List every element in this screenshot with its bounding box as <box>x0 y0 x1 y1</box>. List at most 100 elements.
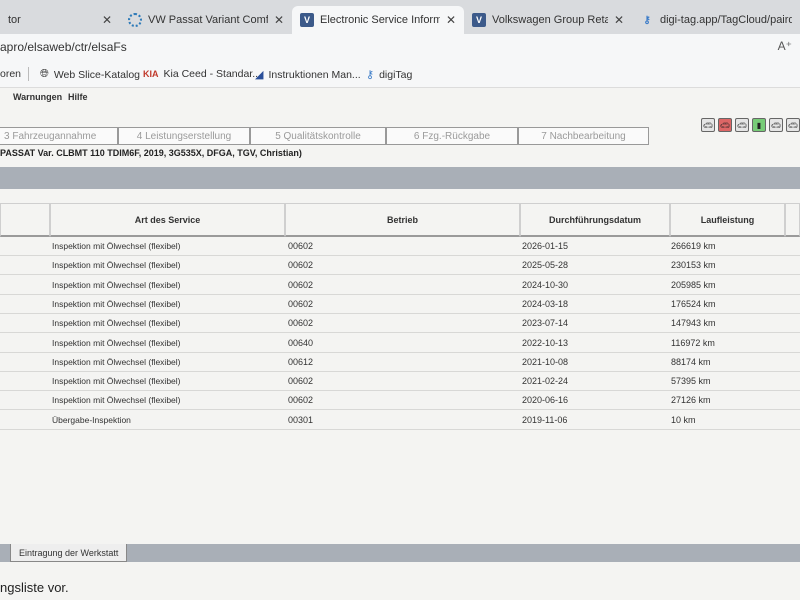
service-cell: Inspektion mit Ölwechsel (flexibel) <box>52 395 181 406</box>
book-icon[interactable]: ▮ <box>752 118 766 132</box>
betrieb-cell: 00301 <box>288 414 314 425</box>
table-row[interactable]: Inspektion mit Ölwechsel (flexibel) 00640… <box>0 334 800 353</box>
tab-eintragung-werkstatt[interactable]: Eintragung der Werkstatt <box>10 544 128 562</box>
reader-mode-icon[interactable]: A⁺ <box>778 39 792 53</box>
digitag-icon: ⚷ <box>643 14 651 26</box>
bookmark-label: Kia Ceed - Standar... <box>163 68 261 80</box>
table-row[interactable]: Inspektion mit Ölwechsel (flexibel) 00602… <box>0 391 800 411</box>
betrieb-cell: 00602 <box>288 318 314 329</box>
mileage-cell: 266619 km <box>671 241 716 251</box>
tab-title: VW Passat Variant Comfortline TD <box>148 14 268 26</box>
browser-tab-2[interactable]: VW Passat Variant Comfortline TD ✕ <box>120 6 292 34</box>
bookmark-label: oren <box>0 68 22 80</box>
bookmark-kia[interactable]: KIA Kia Ceed - Standar... <box>143 68 261 80</box>
tab-qualitaetskontrolle[interactable]: 5 Qualitätskontrolle <box>250 127 386 145</box>
section-header-bar <box>0 167 800 189</box>
close-icon[interactable]: ✕ <box>446 13 456 27</box>
date-cell: 2021-02-24 <box>522 376 569 387</box>
tab-fzg-rueckgabe[interactable]: 6 Fzg.-Rückgabe <box>386 127 518 145</box>
date-cell: 2020-06-16 <box>522 395 569 406</box>
service-cell: Inspektion mit Ölwechsel (flexibel) <box>52 356 181 367</box>
v-icon: V <box>300 13 314 27</box>
browser-tab-1[interactable]: tor ✕ <box>0 6 120 34</box>
car-warning-icon[interactable]: 🚗︎ <box>718 118 732 132</box>
table-row[interactable]: Inspektion mit Ölwechsel (flexibel) 00602… <box>0 314 800 334</box>
date-cell: 2022-10-13 <box>522 337 569 348</box>
bookmarks-bar: oren 🌐︎ Web Slice-Katalog KIA Kia Ceed -… <box>0 60 800 88</box>
tab-title: Volkswagen Group Retail Portal <box>492 14 608 26</box>
date-cell: 2026-01-15 <box>522 241 569 251</box>
date-cell: 2024-10-30 <box>522 279 569 290</box>
betrieb-cell: 00602 <box>288 376 314 387</box>
kia-icon: KIA <box>143 69 159 79</box>
car-info-icon[interactable]: 🚗︎ <box>786 118 800 132</box>
table-row[interactable]: Inspektion mit Ölwechsel (flexibel) 00602… <box>0 237 800 256</box>
bookmark-divider <box>28 67 29 81</box>
globe-icon: 🌐︎ <box>40 68 49 80</box>
car-service-icon[interactable]: 🚗︎ <box>735 118 749 132</box>
v-icon: V <box>472 13 486 27</box>
menu-warnungen[interactable]: Warnungen <box>13 92 62 102</box>
menu-hilfe[interactable]: Hilfe <box>68 92 88 102</box>
tab-title: tor <box>8 14 21 26</box>
digitag-icon: ⚷ <box>366 69 375 81</box>
mileage-cell: 230153 km <box>671 260 716 271</box>
column-header-more <box>785 203 800 237</box>
service-cell: Inspektion mit Ölwechsel (flexibel) <box>52 260 181 271</box>
betrieb-cell: 00602 <box>288 260 314 271</box>
mileage-cell: 205985 km <box>671 279 716 290</box>
close-icon[interactable]: ✕ <box>614 13 624 27</box>
toolbar-icons: 🚗︎ 🚗︎ 🚗︎ ▮ 🚗︎ 🚗︎ <box>701 118 800 132</box>
tab-title: digi-tag.app/TagCloud/pairdevice <box>660 14 792 26</box>
betrieb-cell: 00602 <box>288 298 314 309</box>
loading-icon <box>128 13 142 27</box>
column-header-laufleistung[interactable]: Laufleistung <box>670 203 785 237</box>
manual-icon: ◢ <box>255 69 264 81</box>
app-menu-bar: Warnungen Hilfe <box>0 88 800 110</box>
browser-tab-4[interactable]: V Volkswagen Group Retail Portal ✕ <box>464 6 632 34</box>
date-cell: 2021-10-08 <box>522 356 569 367</box>
date-cell: 2024-03-18 <box>522 298 569 309</box>
column-header-blank <box>0 203 50 237</box>
tab-nachbearbeitung[interactable]: 7 Nachbearbeitung <box>518 127 649 145</box>
tab-fahrzeugannahme[interactable]: 3 Fahrzeugannahme <box>0 127 118 145</box>
close-icon[interactable]: ✕ <box>102 13 112 27</box>
column-header-datum[interactable]: Durchführungsdatum <box>520 203 670 237</box>
betrieb-cell: 00612 <box>288 356 314 367</box>
table-row[interactable]: Inspektion mit Ölwechsel (flexibel) 00602… <box>0 295 800 314</box>
mileage-cell: 10 km <box>671 414 696 425</box>
browser-tab-3-active[interactable]: V Electronic Service Information Syst ✕ <box>292 6 464 34</box>
url-field[interactable]: apro/elsaweb/ctr/elsaFs <box>0 40 127 54</box>
table-row[interactable]: Inspektion mit Ölwechsel (flexibel) 00602… <box>0 256 800 276</box>
footer-text: ngsliste vor. <box>0 580 69 595</box>
bookmark-digitag[interactable]: ⚷ digiTag <box>366 68 412 82</box>
date-cell: 2025-05-28 <box>522 260 569 271</box>
vehicle-info: PASSAT Var. CLBMT 110 TDIM6F, 2019, 3G53… <box>0 148 302 158</box>
mileage-cell: 88174 km <box>671 356 711 367</box>
date-cell: 2019-11-06 <box>522 414 568 425</box>
bookmark-instruktionen[interactable]: ◢ Instruktionen Man... <box>255 68 361 82</box>
bookmark-web-slice[interactable]: 🌐︎ Web Slice-Katalog <box>40 68 140 81</box>
address-bar: apro/elsaweb/ctr/elsaFs A⁺ <box>0 34 800 60</box>
table-row[interactable]: Übergabe-Inspektion 00301 2019-11-06 10 km <box>0 411 800 430</box>
service-cell: Inspektion mit Ölwechsel (flexibel) <box>52 279 181 290</box>
column-header-betrieb[interactable]: Betrieb <box>285 203 520 237</box>
bookmark-oren[interactable]: oren <box>0 68 21 80</box>
column-header-service[interactable]: Art des Service <box>50 203 285 237</box>
tab-leistungserstellung[interactable]: 4 Leistungserstellung <box>118 127 250 145</box>
service-cell: Inspektion mit Ölwechsel (flexibel) <box>52 298 181 309</box>
mileage-cell: 27126 km <box>671 395 711 406</box>
browser-tab-5[interactable]: ⚷ digi-tag.app/TagCloud/pairdevice <box>632 6 800 34</box>
betrieb-cell: 00602 <box>288 395 314 406</box>
table-row[interactable]: Inspektion mit Ölwechsel (flexibel) 00602… <box>0 276 800 295</box>
betrieb-cell: 00602 <box>288 279 314 290</box>
car-list-icon[interactable]: 🚗︎ <box>769 118 783 132</box>
table-row[interactable]: Inspektion mit Ölwechsel (flexibel) 00602… <box>0 372 800 392</box>
date-cell: 2023-07-14 <box>522 318 569 329</box>
table-row[interactable]: Inspektion mit Ölwechsel (flexibel) 00612… <box>0 353 800 372</box>
close-icon[interactable]: ✕ <box>274 13 284 27</box>
betrieb-cell: 00602 <box>288 241 314 251</box>
service-cell: Inspektion mit Ölwechsel (flexibel) <box>52 337 181 348</box>
car-icon[interactable]: 🚗︎ <box>701 118 715 132</box>
mileage-cell: 116972 km <box>671 337 715 348</box>
